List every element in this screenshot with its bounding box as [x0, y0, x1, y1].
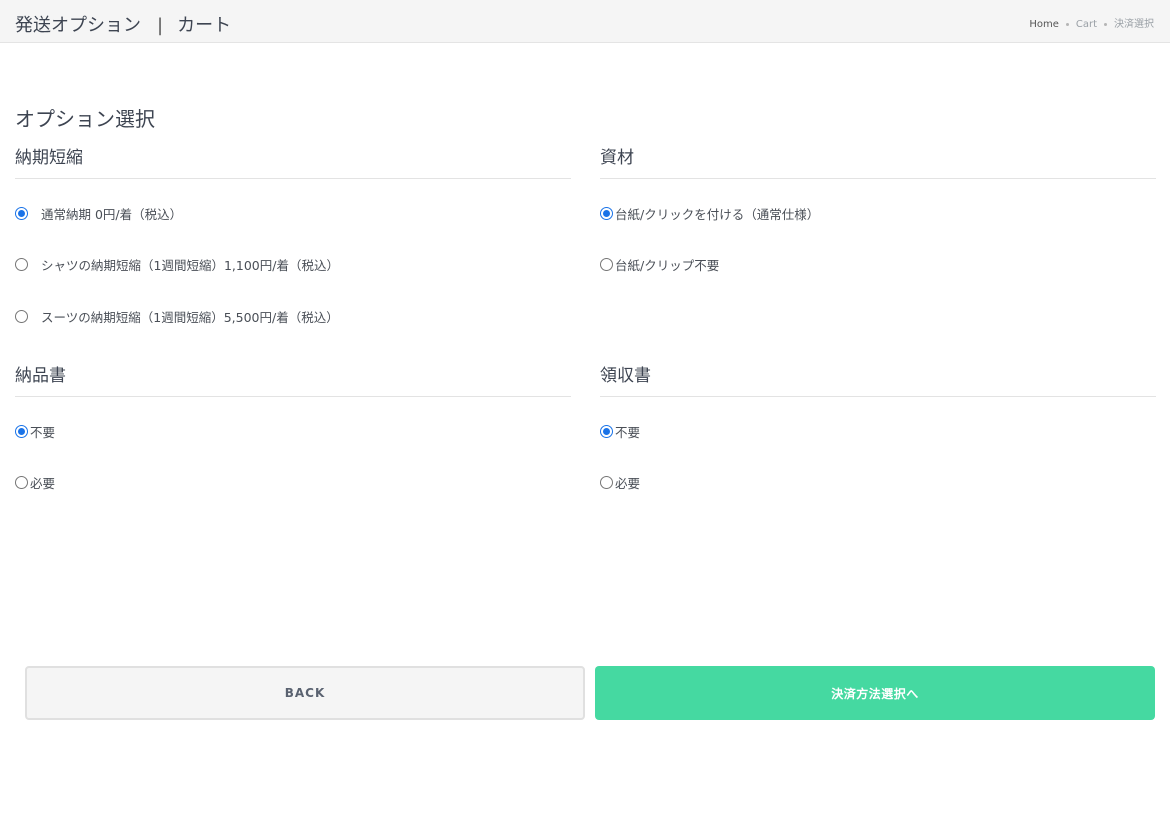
receipt-option-group: 領収書 不要 必要 [600, 364, 1156, 504]
breadcrumb-dot [1104, 22, 1107, 26]
material-group-title: 資材 [600, 146, 1156, 179]
page-title-text: 発送オプション [15, 15, 141, 36]
option-label: 通常納期 0円/着（税込） [41, 206, 183, 222]
option-label: スーツの納期短縮（1週間短縮）5,500円/着（税込） [41, 309, 339, 325]
material-option-no-mount[interactable]: 台紙/クリップ不要 [600, 253, 719, 275]
material-option-group: 資材 台紙/クリックを付ける（通常仕様） 台紙/クリップ不要 [600, 146, 1156, 286]
invoice-option-group: 納品書 不要 必要 [15, 364, 571, 504]
receipt-option-not-needed[interactable]: 不要 [600, 420, 640, 442]
receipt-option-needed[interactable]: 必要 [600, 471, 640, 493]
option-label: 不要 [30, 424, 56, 440]
back-button[interactable]: BACK [25, 666, 585, 720]
option-label: 不要 [615, 424, 641, 440]
page-title: 発送オプション | カート [15, 11, 231, 37]
breadcrumb-dot [1065, 22, 1069, 26]
delivery-option-suit-express[interactable]: スーツの納期短縮（1週間短縮）5,500円/着（税込） [15, 305, 339, 327]
radio-button-checked[interactable] [15, 206, 28, 220]
radio-button[interactable] [600, 475, 613, 489]
radio-button[interactable] [15, 475, 28, 489]
material-option-with-mount[interactable]: 台紙/クリックを付ける（通常仕様） [600, 202, 819, 224]
radio-button-checked[interactable] [600, 424, 613, 438]
radio-button[interactable] [15, 257, 28, 271]
invoice-option-not-needed[interactable]: 不要 [15, 420, 55, 442]
invoice-group-title: 納品書 [15, 364, 571, 397]
delivery-group-title: 納期短縮 [15, 146, 571, 179]
title-separator: | [157, 15, 164, 36]
section-title: オプション選択 [15, 107, 155, 131]
option-label: シャツの納期短縮（1週間短縮）1,100円/着（税込） [41, 257, 339, 273]
radio-button[interactable] [15, 309, 28, 323]
header-bar: 発送オプション | カート Home Cart 決済選択 [0, 0, 1170, 43]
radio-button[interactable] [600, 257, 613, 271]
radio-button-checked[interactable] [600, 206, 613, 220]
option-label: 必要 [615, 475, 641, 491]
delivery-option-shirt-express[interactable]: シャツの納期短縮（1週間短縮）1,100円/着（税込） [15, 253, 339, 275]
breadcrumb: Home Cart 決済選択 [1029, 15, 1154, 30]
breadcrumb-current: 決済選択 [1114, 19, 1154, 30]
proceed-to-payment-button[interactable]: 決済方法選択へ [595, 666, 1155, 720]
receipt-group-title: 領収書 [600, 364, 1156, 397]
option-label: 台紙/クリックを付ける（通常仕様） [615, 206, 820, 222]
invoice-option-needed[interactable]: 必要 [15, 471, 55, 493]
page-subtitle: カート [177, 15, 232, 36]
option-label: 必要 [30, 475, 56, 491]
option-label: 台紙/クリップ不要 [615, 257, 720, 273]
breadcrumb-home[interactable]: Home [1029, 19, 1059, 30]
radio-button-checked[interactable] [15, 424, 28, 438]
delivery-option-normal[interactable]: 通常納期 0円/着（税込） [15, 202, 182, 224]
breadcrumb-cart[interactable]: Cart [1076, 19, 1097, 30]
delivery-option-group: 納期短縮 通常納期 0円/着（税込） シャツの納期短縮（1週間短縮）1,100円… [15, 146, 571, 336]
